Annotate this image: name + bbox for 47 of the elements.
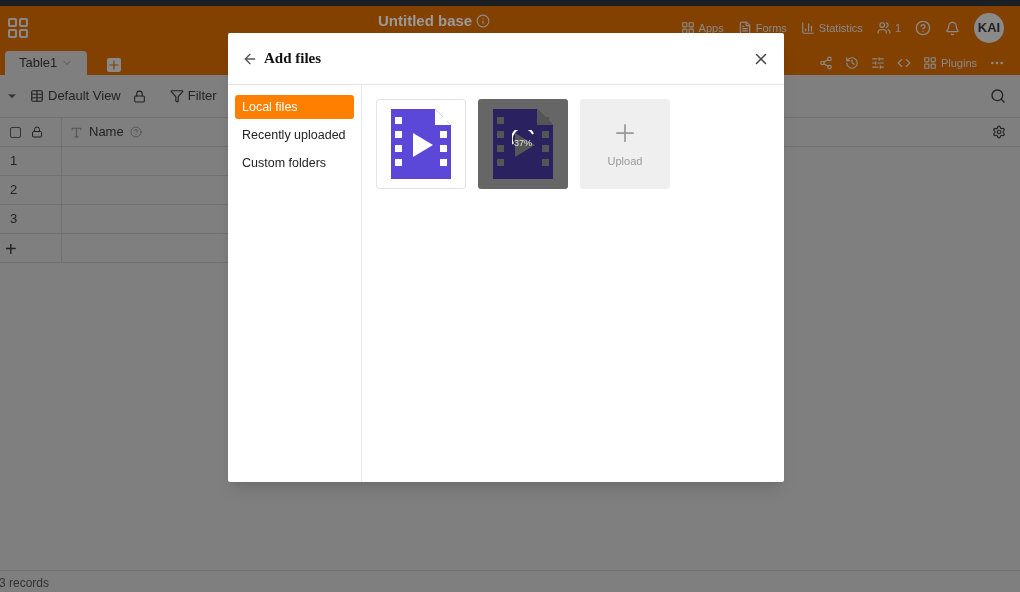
progress-text: 37% <box>514 137 532 151</box>
base-title: Untitled base <box>378 12 473 30</box>
filter-button[interactable]: Filter <box>169 86 217 106</box>
row-number: 1 <box>0 147 62 175</box>
sliders-icon[interactable] <box>870 55 885 70</box>
row-number: 3 <box>0 205 62 233</box>
row-number: 2 <box>0 176 62 204</box>
file-thumbnail[interactable]: 37% <box>478 99 568 189</box>
lock-icon <box>31 126 43 138</box>
info-icon <box>476 14 491 28</box>
user-avatar[interactable]: KAI <box>974 13 1004 43</box>
bar-chart-icon <box>800 21 815 35</box>
nav-item[interactable]: Local files <box>235 95 354 119</box>
form-icon <box>737 21 752 35</box>
lock-icon[interactable] <box>132 89 146 103</box>
help-icon <box>129 126 142 138</box>
file-thumbnail[interactable] <box>376 99 466 189</box>
add-row-button[interactable]: + <box>0 234 62 262</box>
dialog-title: Add files <box>264 49 322 69</box>
notification-icon[interactable] <box>945 20 960 36</box>
view-selector[interactable]: Default View <box>30 86 121 106</box>
settings-icon[interactable] <box>992 125 1006 139</box>
history-icon[interactable] <box>844 55 859 70</box>
header-action[interactable]: Forms <box>737 19 787 37</box>
header-action[interactable]: 1 <box>876 19 901 37</box>
video-file-icon <box>493 109 553 179</box>
record-count: 3 records <box>0 575 50 592</box>
filter-icon <box>169 89 184 103</box>
header-action[interactable]: Statistics <box>800 19 863 37</box>
column-header[interactable]: Name <box>62 122 234 142</box>
table-icon <box>30 89 44 103</box>
plugins-button[interactable]: Plugins <box>922 54 977 71</box>
spinner-icon <box>512 129 534 145</box>
share-icon[interactable] <box>818 55 833 70</box>
upload-button[interactable]: Upload <box>580 99 670 189</box>
users-icon <box>876 21 891 35</box>
add-table-icon[interactable] <box>107 58 122 72</box>
app-grid-icon[interactable] <box>6 16 30 40</box>
nav-item[interactable]: Custom folders <box>235 151 354 175</box>
nav-item[interactable]: Recently uploaded <box>235 123 354 147</box>
plugins-icon <box>922 55 937 70</box>
search-icon[interactable] <box>990 88 1006 104</box>
help-icon[interactable] <box>915 20 931 36</box>
table-tab[interactable]: Table1 <box>5 51 88 75</box>
video-file-icon <box>391 109 451 179</box>
text-type-icon <box>70 125 83 139</box>
select-all-checkbox[interactable] <box>10 126 21 138</box>
